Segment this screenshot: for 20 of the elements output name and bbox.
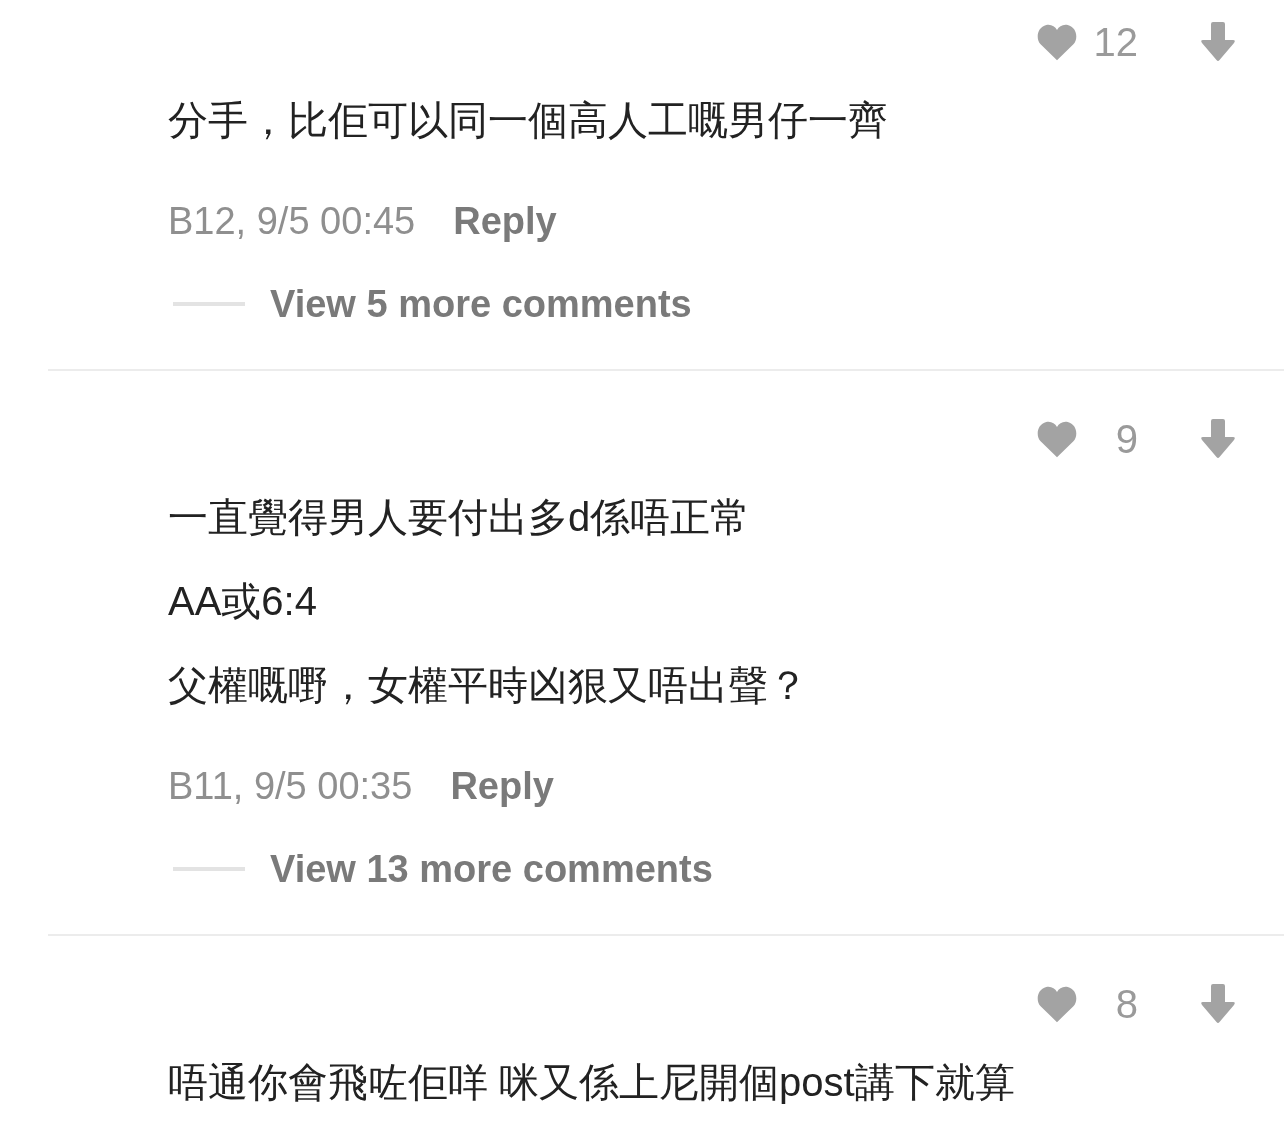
comment-text: 分手，比佢可以同一個高人工嘅男仔一齊	[168, 97, 888, 144]
like-count: 8	[1114, 981, 1138, 1028]
down-arrow-icon[interactable]	[1200, 419, 1236, 459]
comment-text: 父權嘅嘢，女權平時凶狠又唔出聲？	[168, 662, 808, 709]
comment-text: 一直覺得男人要付出多d係唔正常	[168, 494, 751, 541]
down-arrow-icon[interactable]	[1200, 984, 1236, 1024]
comment-text: 唔通你會飛咗佢咩 咪又係上尼開個post講下就算	[168, 1059, 1015, 1106]
heart-icon	[1036, 420, 1078, 458]
author-timestamp: B11, 9/5 00:35	[168, 763, 413, 809]
down-arrow-icon[interactable]	[1200, 22, 1236, 62]
author-timestamp: B12, 9/5 00:45	[168, 198, 416, 244]
view-more-comments-link[interactable]: View 5 more comments	[270, 275, 692, 333]
view-more-comments-link[interactable]: View 13 more comments	[270, 840, 713, 898]
like-count: 9	[1114, 416, 1138, 463]
reply-link[interactable]: Reply	[450, 757, 554, 815]
like-count: 12	[1092, 19, 1138, 66]
comment-text: AA或6:4	[168, 578, 317, 625]
reply-link[interactable]: Reply	[453, 192, 557, 250]
heart-icon	[1036, 985, 1078, 1023]
heart-icon	[1036, 23, 1078, 61]
